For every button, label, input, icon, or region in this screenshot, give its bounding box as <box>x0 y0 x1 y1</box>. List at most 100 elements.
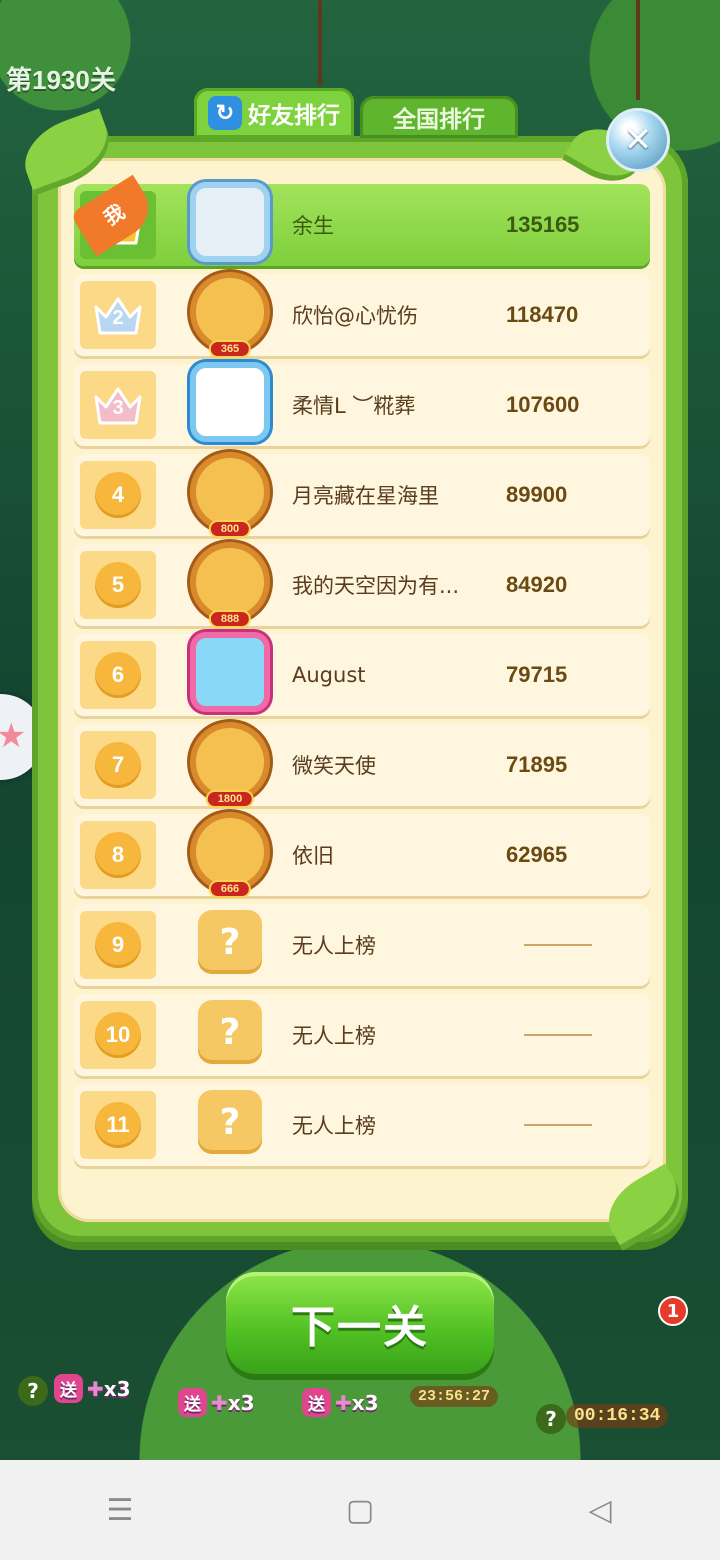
avatar-frame: 800 <box>190 452 270 538</box>
avatar[interactable]: ? <box>188 1076 272 1168</box>
player-name: 月亮藏在星海里 <box>292 484 439 508</box>
close-button[interactable]: ✕ <box>606 108 670 172</box>
player-name: August <box>292 663 366 687</box>
rank-box: 2 <box>80 281 156 349</box>
tab-label: 全国排行 <box>393 106 485 132</box>
tab-label: 好友排行 <box>248 102 340 128</box>
ranking-row[interactable]: 8 666 依旧 62965 <box>74 812 650 898</box>
player-name: 我的天空因为有... <box>292 574 460 598</box>
help-icon[interactable]: ? <box>18 1376 48 1406</box>
rank-number: 7 <box>95 742 141 788</box>
avatar-frame <box>190 632 270 712</box>
hanging-rope <box>318 0 322 86</box>
avatar[interactable]: 666 <box>188 806 272 898</box>
rank-box: 6 <box>80 641 156 709</box>
avatar[interactable]: 888 <box>188 536 272 628</box>
ranking-row[interactable]: 6 August 79715 <box>74 632 650 716</box>
gift-count: x3 <box>351 1390 379 1415</box>
player-name: 余生 <box>292 214 334 238</box>
home-nav-button[interactable]: ▢ <box>330 1480 390 1540</box>
ranking-row[interactable]: 3 柔情L ︶糀葬 107600 <box>74 362 650 446</box>
player-name: 无人上榜 <box>292 934 376 958</box>
bottom-item-bar: 送 ✚ x3 送 ✚ x3 送 ✚ x3 23:56:27 00:16:34 ?… <box>0 1300 720 1460</box>
level-label: 第1930关 <box>6 65 116 95</box>
avatar[interactable]: 1800 <box>188 716 272 808</box>
gift-timer: 23:56:27 <box>410 1386 499 1407</box>
player-name: 依旧 <box>292 844 334 868</box>
player-name: 微笑天使 <box>292 754 376 778</box>
help-icon[interactable]: ? <box>536 1404 566 1434</box>
send-badge: 送 <box>178 1388 207 1417</box>
close-icon: ✕ <box>623 120 653 160</box>
avatar[interactable]: 365 <box>188 266 272 358</box>
avatar[interactable]: 800 <box>188 446 272 538</box>
gift-count: x3 <box>227 1390 255 1415</box>
hanging-rope <box>636 0 640 100</box>
ranking-row[interactable]: 4 800 月亮藏在星海里 89900 <box>74 452 650 538</box>
rank-number: 9 <box>95 922 141 968</box>
rank-number: 11 <box>95 1102 141 1148</box>
placeholder-avatar-icon: ? <box>198 910 262 974</box>
tab-friends-ranking[interactable]: ↻ 好友排行 <box>194 88 354 138</box>
player-score: 62965 <box>506 842 568 867</box>
rank-box: 7 <box>80 731 156 799</box>
ranking-row[interactable]: 9? 无人上榜 <box>74 904 650 986</box>
ranking-row[interactable]: 10? 无人上榜 <box>74 994 650 1076</box>
ranking-row[interactable]: 5 888 我的天空因为有... 84920 <box>74 542 650 628</box>
player-score: 118470 <box>506 302 579 327</box>
back-nav-button[interactable]: ◁ <box>570 1480 630 1540</box>
ranking-row[interactable]: 2 365 欣怡@心忧伤 118470 <box>74 272 650 358</box>
avatar[interactable] <box>188 176 272 268</box>
crown-icon: 2 <box>92 293 144 337</box>
rank-box: 3 <box>80 371 156 439</box>
gift-item[interactable]: 送 ✚ x3 <box>54 1374 131 1403</box>
gift-item[interactable]: 送 ✚ x3 <box>302 1388 379 1417</box>
player-score: 107600 <box>506 392 580 417</box>
player-score: 79715 <box>506 662 568 687</box>
star-icon: ★ <box>0 716 27 756</box>
heart-icon: ✚ <box>335 1390 352 1415</box>
rank-number: 3 <box>112 397 124 419</box>
gift-item[interactable]: 送 ✚ x3 <box>178 1388 255 1417</box>
notification-badge: 1 <box>658 1296 688 1326</box>
avatar-frame: 1800 <box>190 722 270 808</box>
ranking-row[interactable]: 11? 无人上榜 <box>74 1084 650 1166</box>
player-name: 欣怡@心忧伤 <box>292 304 418 328</box>
rank-box: 11 <box>80 1091 156 1159</box>
rank-box: 4 <box>80 461 156 529</box>
rank-number: 4 <box>95 472 141 518</box>
empty-score-dash <box>524 1124 592 1126</box>
avatar-frame: 888 <box>190 542 270 628</box>
send-badge: 送 <box>302 1388 331 1417</box>
player-score: 71895 <box>506 752 568 777</box>
player-name: 无人上榜 <box>292 1114 376 1138</box>
rank-number: 8 <box>95 832 141 878</box>
rank-box: 9 <box>80 911 156 979</box>
avatar-frame <box>190 182 270 262</box>
avatar[interactable] <box>188 626 272 718</box>
empty-score-dash <box>524 944 592 946</box>
avatar[interactable] <box>188 356 272 448</box>
avatar[interactable]: ? <box>188 986 272 1078</box>
refresh-icon[interactable]: ↻ <box>208 96 242 130</box>
avatar-frame <box>190 362 270 442</box>
placeholder-avatar-icon: ? <box>198 1090 262 1154</box>
menu-icon: ☰ <box>106 1492 134 1528</box>
tab-national-ranking[interactable]: 全国排行 <box>360 96 518 138</box>
avatar[interactable]: ? <box>188 896 272 988</box>
empty-score-dash <box>524 1034 592 1036</box>
placeholder-avatar-icon: ? <box>198 1000 262 1064</box>
player-name: 柔情L ︶糀葬 <box>292 394 416 418</box>
menu-nav-button[interactable]: ☰ <box>90 1480 150 1540</box>
rank-number: 10 <box>95 1012 141 1058</box>
avatar-frame: 365 <box>190 272 270 358</box>
my-ranking-row[interactable]: 1我余生135165 <box>70 174 650 266</box>
send-badge: 送 <box>54 1374 83 1403</box>
player-name: 无人上榜 <box>292 1024 376 1048</box>
ranking-row[interactable]: 7 1800 微笑天使 71895 <box>74 722 650 808</box>
rank-box: 10 <box>80 1001 156 1069</box>
gift-count: x3 <box>103 1376 131 1401</box>
heart-icon: ✚ <box>87 1376 104 1401</box>
rank-number: 6 <box>95 652 141 698</box>
heart-icon: ✚ <box>211 1390 228 1415</box>
